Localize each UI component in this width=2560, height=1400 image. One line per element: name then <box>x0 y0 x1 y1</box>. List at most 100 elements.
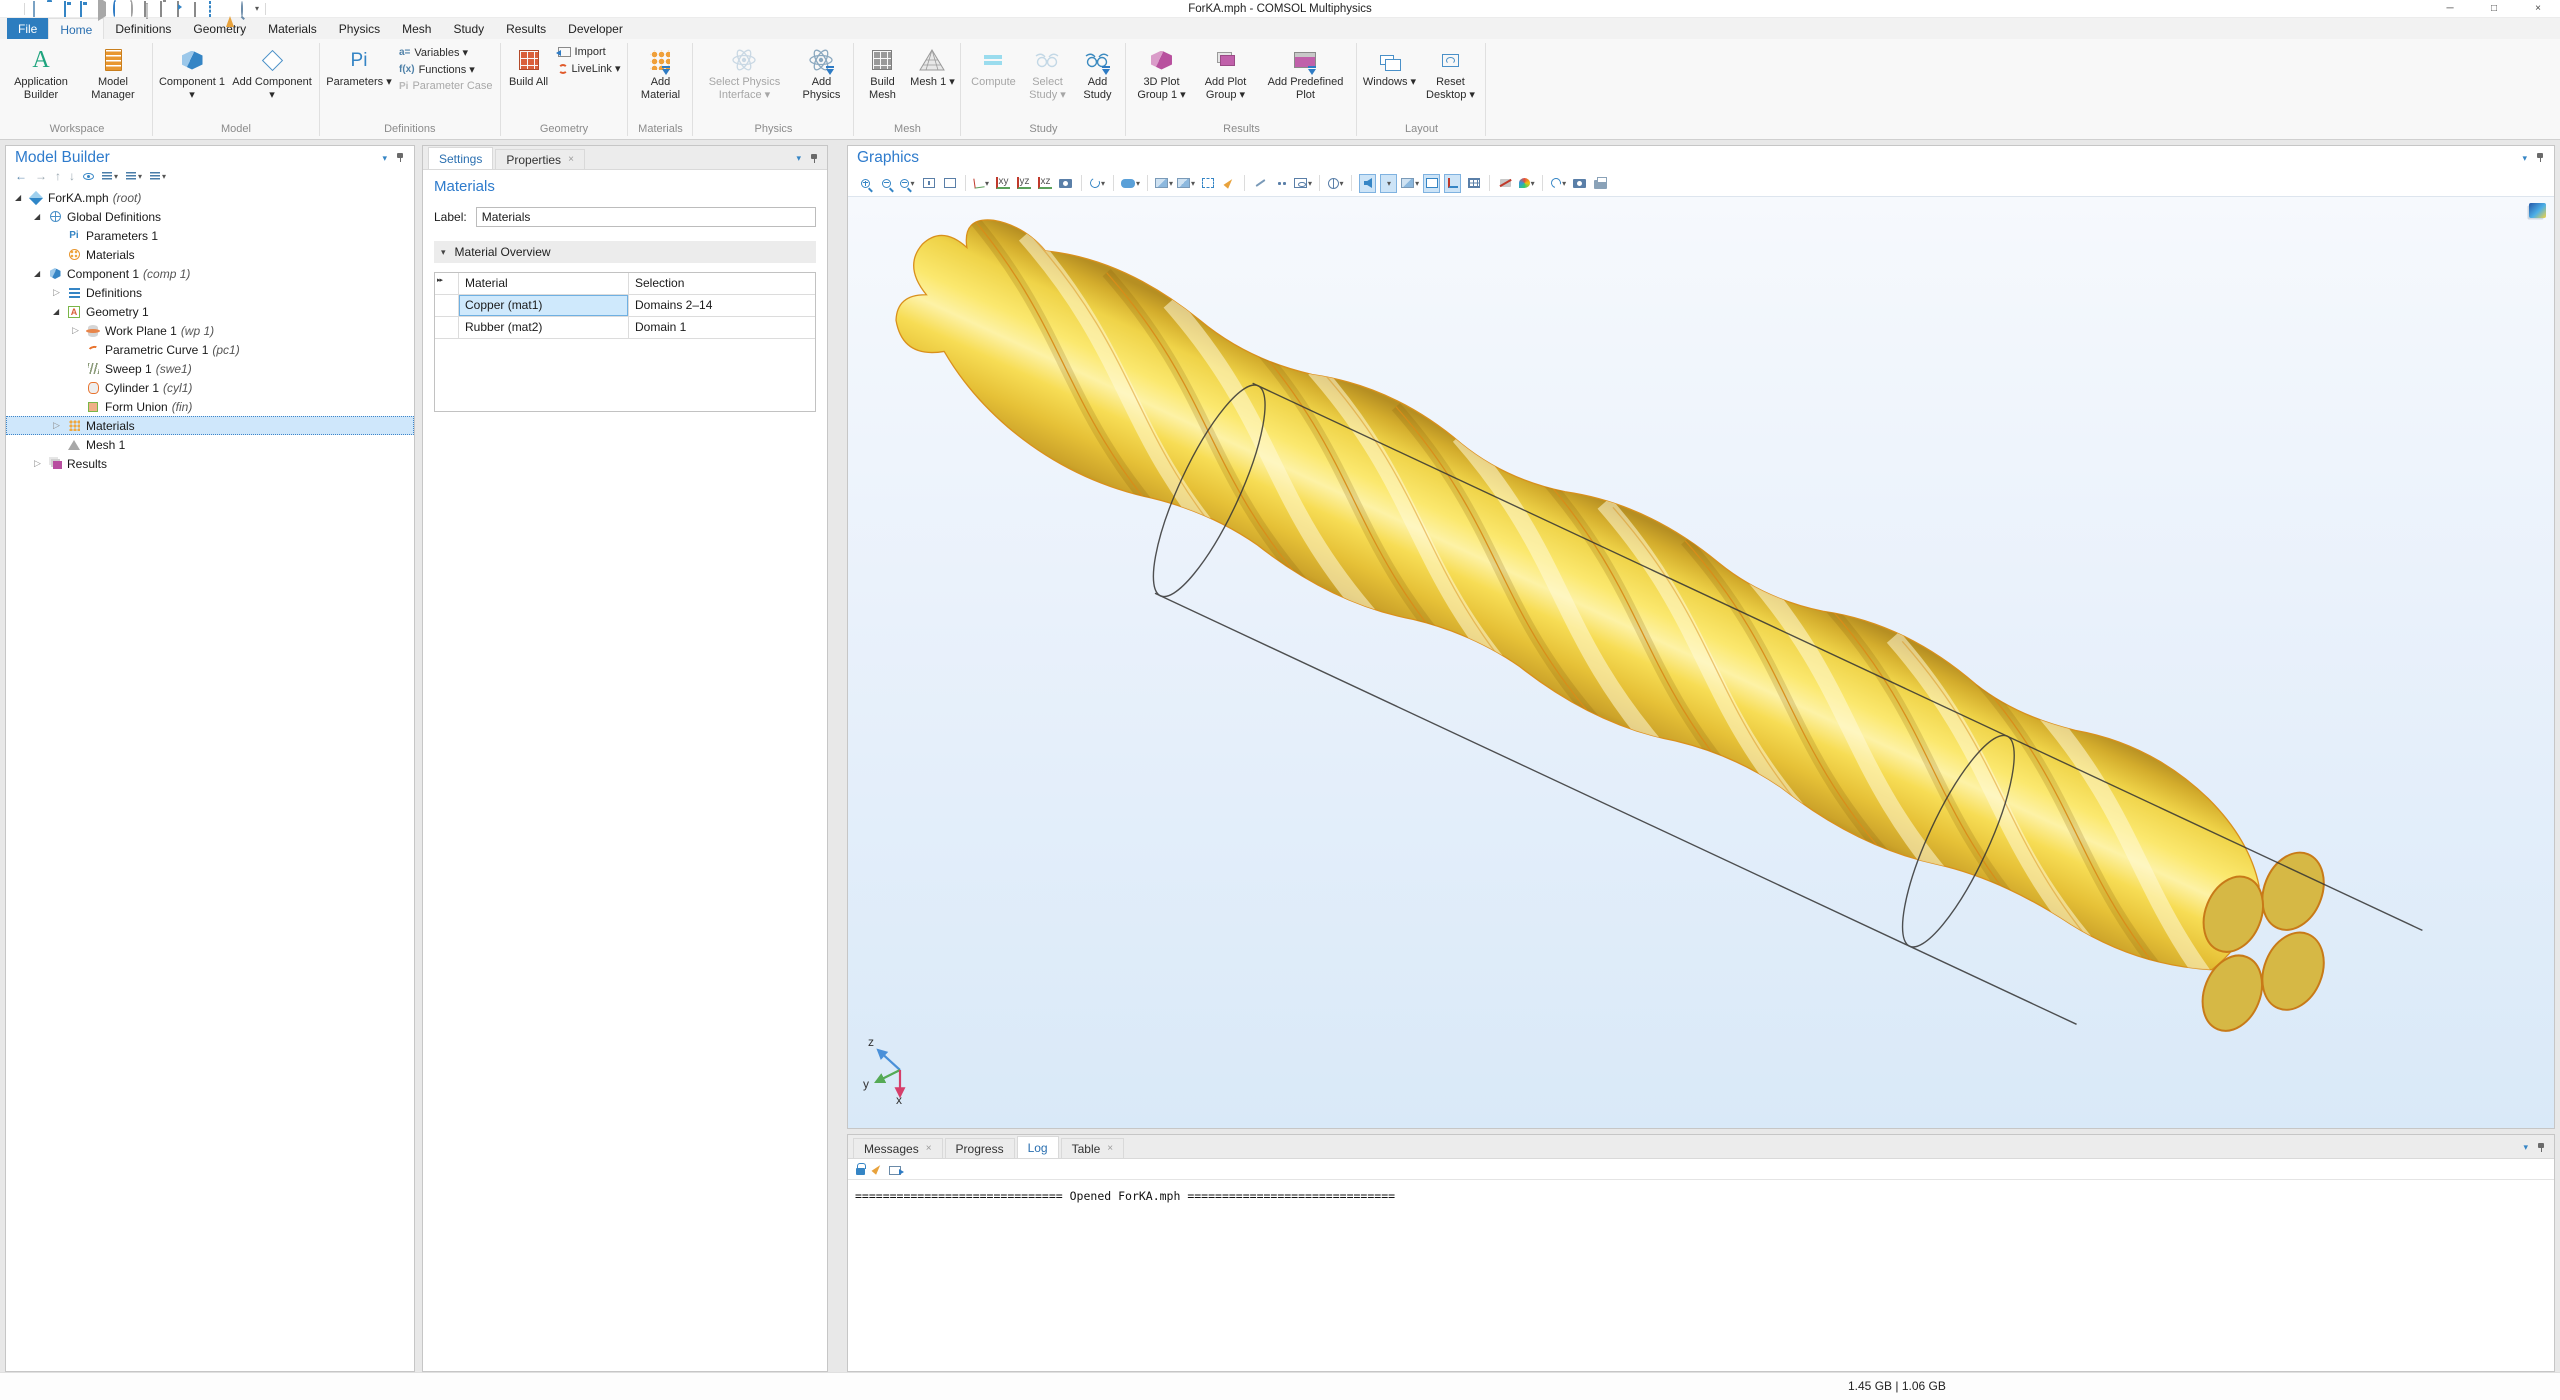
scroll-lock-icon[interactable] <box>856 1168 865 1175</box>
tab-log[interactable]: Log <box>1017 1136 1059 1158</box>
clear-selection-button[interactable] <box>223 2 237 16</box>
close-tab-icon[interactable]: × <box>926 1143 932 1154</box>
search-dropdown-caret[interactable]: ▾ <box>255 4 259 13</box>
close-tab-icon[interactable]: × <box>1107 1143 1113 1154</box>
cell-selection[interactable]: Domains 2–14 <box>629 295 815 316</box>
variables-button[interactable]: a= Variables ▾ <box>396 45 496 60</box>
view-hidden-only-button[interactable]: ▾ <box>1294 174 1312 193</box>
plot-thumbnail-icon[interactable] <box>2529 203 2546 218</box>
move-down-button[interactable]: ↓ <box>69 170 75 182</box>
tab-properties[interactable]: Properties × <box>495 149 585 169</box>
reset-hiding-button[interactable] <box>1273 174 1290 193</box>
expander-icon[interactable]: ◢ <box>34 269 47 278</box>
animation-button[interactable]: ▾ <box>1177 174 1195 193</box>
default-3d-view-button[interactable]: ▾ <box>1121 174 1140 193</box>
snapshot-button[interactable] <box>1571 174 1588 193</box>
scene-light-button[interactable]: ▾ <box>1401 174 1419 193</box>
plot-group-1-button[interactable]: 3D Plot Group 1 ▾ <box>1130 42 1192 104</box>
pin-icon[interactable] <box>2537 1143 2546 1153</box>
tree-item-global-definitions[interactable]: ◢ Global Definitions <box>6 207 414 226</box>
hide-geometric-entities-button[interactable] <box>1252 174 1269 193</box>
add-physics-button[interactable]: Add Physics <box>793 42 849 104</box>
add-predefined-plot-button[interactable]: Add Predefined Plot <box>1258 42 1352 104</box>
add-study-button[interactable]: Add Study <box>1073 42 1121 104</box>
windows-button[interactable]: Windows ▾ <box>1361 42 1417 91</box>
column-header-material[interactable]: Material <box>459 273 629 294</box>
zoom-extents-button[interactable] <box>920 174 937 193</box>
add-component-button[interactable]: Add Component ▾ <box>229 42 315 104</box>
tree-item-parametric-curve-1[interactable]: Parametric Curve 1 (pc1) <box>6 340 414 359</box>
pin-icon[interactable] <box>810 154 819 164</box>
table-row-rubber[interactable]: Rubber (mat2) Domain 1 <box>435 317 815 339</box>
model-tree-node-text-button[interactable]: ▾ <box>150 172 166 181</box>
view-yz-button[interactable]: yz <box>1015 174 1032 193</box>
tree-item-materials-selected[interactable]: ▷ Materials <box>6 416 414 435</box>
move-up-button[interactable]: ↑ <box>55 170 61 182</box>
panel-menu-caret[interactable]: ▾ <box>382 153 387 164</box>
build-mesh-button[interactable]: Build Mesh <box>858 42 906 104</box>
export-log-icon[interactable] <box>889 1166 901 1175</box>
print-button[interactable] <box>1592 174 1609 193</box>
back-button[interactable]: ← <box>15 170 27 182</box>
copy-button[interactable] <box>143 2 157 16</box>
tab-home[interactable]: Home <box>48 18 104 39</box>
paste-button[interactable] <box>159 2 173 16</box>
show-grid-button[interactable] <box>1465 174 1482 193</box>
graphics-canvas[interactable]: z y x <box>848 196 2554 1128</box>
tab-mesh[interactable]: Mesh <box>391 18 442 39</box>
tree-item-global-materials[interactable]: Materials <box>6 245 414 264</box>
material-overview-section-header[interactable]: ▾ Material Overview <box>434 241 816 263</box>
tree-item-form-union[interactable]: Form Union (fin) <box>6 397 414 416</box>
expander-icon[interactable]: ▷ <box>34 458 47 469</box>
collapse-section-icon[interactable]: ▾ <box>441 247 446 258</box>
show-options-button[interactable] <box>83 173 94 180</box>
go-to-view-button[interactable]: ▾ <box>973 174 990 193</box>
tab-materials[interactable]: Materials <box>257 18 328 39</box>
cell-material[interactable]: Copper (mat1) <box>459 295 629 316</box>
expander-icon[interactable]: ◢ <box>53 307 66 316</box>
search-button[interactable] <box>239 2 253 16</box>
tree-item-mesh-1[interactable]: Mesh 1 <box>6 435 414 454</box>
tree-item-cylinder-1[interactable]: Cylinder 1 (cyl1) <box>6 378 414 397</box>
mesh-1-button[interactable]: Mesh 1 ▾ <box>908 42 956 91</box>
rotate-view-button[interactable]: ▾ <box>1089 174 1106 193</box>
wireframe-rendering-button[interactable]: ▾ <box>1327 174 1344 193</box>
tab-definitions[interactable]: Definitions <box>104 18 182 39</box>
tab-physics[interactable]: Physics <box>328 18 391 39</box>
pin-icon[interactable] <box>396 153 405 163</box>
tab-geometry[interactable]: Geometry <box>182 18 257 39</box>
close-button[interactable]: × <box>2516 0 2560 17</box>
transparency-caret[interactable]: ▾ <box>1380 174 1397 193</box>
tree-item-sweep-1[interactable]: Sweep 1 (swe1) <box>6 359 414 378</box>
expander-icon[interactable]: ◢ <box>34 212 47 221</box>
maximize-button[interactable]: □ <box>2472 0 2516 17</box>
expander-icon[interactable]: ▷ <box>53 287 66 298</box>
tree-item-work-plane-1[interactable]: ▷ Work Plane 1 (wp 1) <box>6 321 414 340</box>
tab-results[interactable]: Results <box>495 18 557 39</box>
minimize-button[interactable]: ─ <box>2428 0 2472 17</box>
model-manager-button[interactable]: Model Manager <box>78 42 148 104</box>
tree-item-geometry-1[interactable]: ◢ A Geometry 1 <box>6 302 414 321</box>
expander-icon[interactable]: ▷ <box>53 420 66 431</box>
tree-item-results[interactable]: ▷ Results <box>6 454 414 473</box>
show-bounding-box-button[interactable] <box>1423 174 1440 193</box>
application-builder-button[interactable]: A Application Builder <box>6 42 76 104</box>
panel-menu-caret[interactable]: ▾ <box>2523 1142 2528 1153</box>
duplicate-button[interactable] <box>175 2 189 16</box>
close-tab-icon[interactable]: × <box>568 154 574 165</box>
add-plot-group-button[interactable]: Add Plot Group ▾ <box>1194 42 1256 104</box>
column-header-selection[interactable]: Selection <box>629 273 815 294</box>
import-button[interactable]: Import <box>555 45 624 59</box>
add-material-button[interactable]: Add Material <box>632 42 688 104</box>
save-button[interactable] <box>63 2 77 16</box>
view-xy-button[interactable]: xy <box>994 174 1011 193</box>
expand-all-button[interactable]: ▾ <box>126 172 142 181</box>
save-as-button[interactable] <box>79 2 93 16</box>
panel-menu-caret[interactable]: ▾ <box>796 153 801 164</box>
tab-progress[interactable]: Progress <box>945 1138 1015 1158</box>
collapse-all-button[interactable]: ▾ <box>102 172 118 181</box>
build-all-button[interactable]: Build All <box>505 42 553 91</box>
tab-file[interactable]: File <box>7 18 48 39</box>
zoom-out-button[interactable] <box>878 174 895 193</box>
update-view-button[interactable]: ▾ <box>1550 174 1567 193</box>
